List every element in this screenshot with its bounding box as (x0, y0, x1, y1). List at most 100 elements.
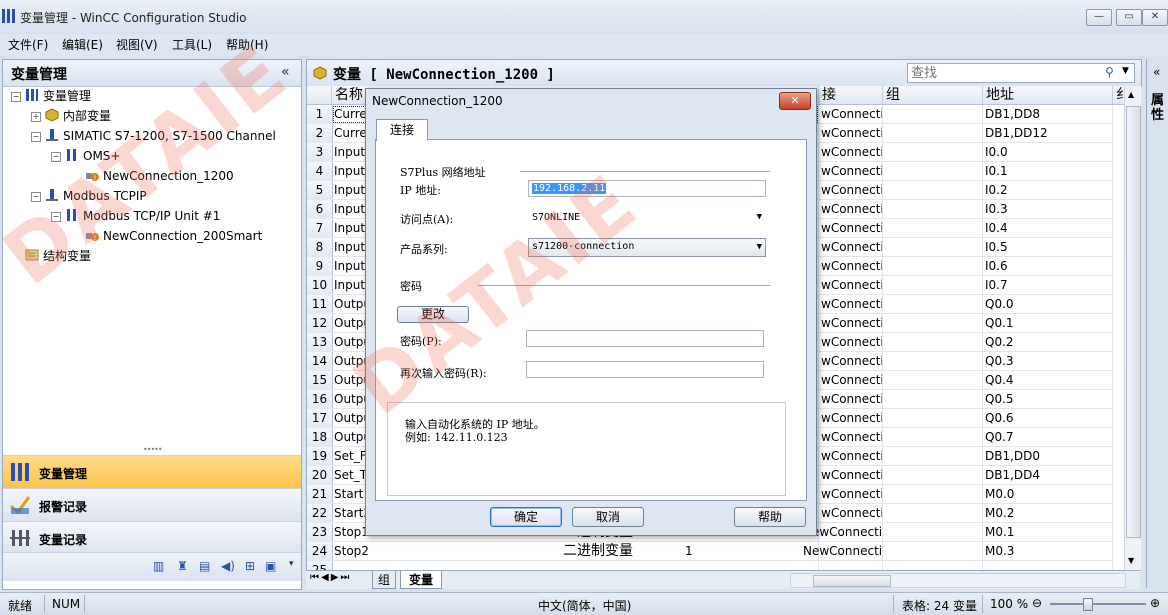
cell-address[interactable]: DB1,DD8 (983, 105, 1113, 124)
chevron-down-icon[interactable]: ▼ (1122, 66, 1129, 76)
cell-group[interactable] (883, 181, 983, 200)
collapse-icon[interactable]: − (51, 212, 61, 222)
row-number[interactable]: 6 (307, 200, 333, 220)
row-number[interactable]: 15 (307, 371, 333, 391)
row-number[interactable]: 12 (307, 314, 333, 334)
cell-group[interactable] (883, 238, 983, 257)
zoom-slider[interactable] (1050, 598, 1146, 611)
cell-address[interactable]: M0.1 (983, 523, 1113, 542)
zoom-out-icon[interactable]: ⊖ (1032, 596, 1042, 610)
menu-tools[interactable]: 工具(L) (172, 36, 212, 53)
row-number[interactable]: 22 (307, 504, 333, 524)
tree-node[interactable]: 内部变量 (45, 107, 111, 125)
row-number[interactable]: 1 (307, 105, 333, 125)
zoom-in-icon[interactable]: ⊕ (1150, 596, 1160, 610)
collapse-panel-button[interactable]: « (281, 64, 290, 80)
tab-tags[interactable]: 变量 (400, 571, 443, 589)
cell-connection[interactable]: wConnectic (819, 447, 883, 466)
cell-connection[interactable]: wConnectic (819, 257, 883, 276)
cell-group[interactable] (883, 314, 983, 333)
collapse-icon[interactable]: − (31, 192, 41, 202)
scroll-down-icon[interactable]: ▼ (1128, 556, 1134, 565)
menu-view[interactable]: 视图(V) (116, 36, 158, 53)
cell-group[interactable] (883, 485, 983, 504)
cell-group[interactable] (883, 124, 983, 143)
properties-label[interactable]: 属性 (1151, 93, 1165, 123)
row-number[interactable]: 10 (307, 276, 333, 296)
expand-icon[interactable]: + (31, 112, 41, 122)
row-number[interactable]: 11 (307, 295, 333, 315)
horizontal-scrollbar[interactable] (790, 573, 1126, 588)
nav-tag-management[interactable]: 变量管理 (3, 455, 301, 488)
row-number[interactable]: 24 (307, 542, 333, 562)
cell-connection[interactable]: wConnectic (819, 428, 883, 447)
row-number[interactable]: 7 (307, 219, 333, 239)
row-number[interactable]: 9 (307, 257, 333, 277)
row-number[interactable]: 18 (307, 428, 333, 448)
cell-address[interactable]: Q0.6 (983, 409, 1113, 428)
sound-icon[interactable]: ◀) (221, 559, 235, 573)
tag-management-icon[interactable]: ▥ (153, 559, 164, 573)
row-number[interactable]: 5 (307, 181, 333, 201)
tag-logging-icon[interactable]: ▤ (199, 559, 210, 573)
chevron-down-icon[interactable]: ▼ (757, 240, 762, 255)
cell-length[interactable]: 1 (683, 542, 723, 561)
cell-group[interactable] (883, 390, 983, 409)
cell-connection[interactable]: wConnectic (819, 105, 883, 124)
cell-group[interactable] (883, 371, 983, 390)
cell-address[interactable]: I0.6 (983, 257, 1113, 276)
tree-node[interactable]: 变量管理 (25, 87, 91, 105)
cell-connection[interactable]: wConnectic (819, 181, 883, 200)
cell-connection[interactable]: wConnectic (819, 219, 883, 238)
cell-address[interactable]: Q0.7 (983, 428, 1113, 447)
row-number[interactable]: 4 (307, 162, 333, 182)
cell-group[interactable] (883, 257, 983, 276)
cell-connection[interactable]: wConnectic (819, 314, 883, 333)
cell-connection[interactable]: wConnectic (819, 238, 883, 257)
row-number[interactable]: 20 (307, 466, 333, 486)
column-header-group[interactable]: 组 (883, 86, 983, 105)
cell-address[interactable]: DB1,DD12 (983, 124, 1113, 143)
cell-address[interactable]: Q0.5 (983, 390, 1113, 409)
tree-node[interactable]: Modbus TCPIP (45, 187, 147, 205)
row-number[interactable]: 21 (307, 485, 333, 505)
cell-connection[interactable]: wConnectic (819, 466, 883, 485)
row-number[interactable]: 19 (307, 447, 333, 467)
picture-icon[interactable]: ▣ (265, 559, 276, 573)
row-number[interactable]: 8 (307, 238, 333, 258)
cell-address[interactable]: M0.2 (983, 504, 1113, 523)
cell-address[interactable]: I0.5 (983, 238, 1113, 257)
password-confirm-field[interactable] (526, 361, 764, 378)
minimize-button[interactable]: — (1086, 9, 1112, 26)
expand-properties-button[interactable]: « (1153, 65, 1160, 79)
cell-connection[interactable]: wConnectic (819, 200, 883, 219)
row-number[interactable]: 13 (307, 333, 333, 353)
cell-connection[interactable]: wConnectic (819, 409, 883, 428)
row-number[interactable]: 16 (307, 390, 333, 410)
row-number[interactable]: 23 (307, 523, 333, 543)
collapse-icon[interactable]: − (51, 152, 61, 162)
cell-group[interactable] (883, 466, 983, 485)
cell-address[interactable]: I0.7 (983, 276, 1113, 295)
tab-navigation-icon[interactable]: ⏮◀▶⏭ (310, 572, 351, 583)
cell-address[interactable]: Q0.4 (983, 371, 1113, 390)
hscroll-thumb[interactable] (813, 575, 891, 587)
cell-address[interactable]: Q0.0 (983, 295, 1113, 314)
cell-group[interactable] (883, 504, 983, 523)
cell-connection[interactable]: wConnectic (819, 390, 883, 409)
user-admin-icon[interactable]: ♜ (177, 559, 188, 573)
help-button[interactable]: 帮助 (734, 507, 806, 527)
menu-file[interactable]: 文件(F) (8, 36, 48, 53)
cell-group[interactable] (883, 143, 983, 162)
cell-address[interactable]: I0.4 (983, 219, 1113, 238)
cell-address[interactable]: M0.3 (983, 542, 1113, 561)
cell-group[interactable] (883, 523, 983, 542)
close-button[interactable]: ✕ (1142, 9, 1168, 26)
cell-address[interactable]: Q0.1 (983, 314, 1113, 333)
search-icon[interactable]: ⚲ (1105, 65, 1114, 79)
cell-connection[interactable]: wConnectic (819, 143, 883, 162)
vertical-scrollbar[interactable]: ▲ ▼ (1124, 86, 1141, 570)
search-input[interactable] (911, 65, 1101, 81)
password-field[interactable] (526, 330, 764, 347)
cell-address[interactable]: I0.2 (983, 181, 1113, 200)
